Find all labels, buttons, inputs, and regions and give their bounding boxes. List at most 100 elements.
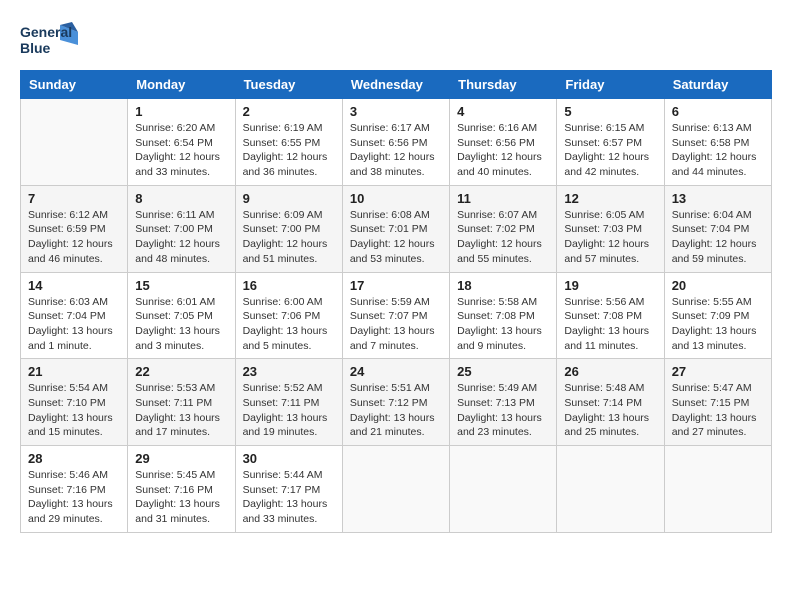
weekday-header-tuesday: Tuesday — [235, 71, 342, 99]
day-number: 1 — [135, 104, 227, 119]
calendar-cell — [342, 446, 449, 533]
day-info: Sunrise: 5:59 AMSunset: 7:07 PMDaylight:… — [350, 295, 442, 354]
calendar-cell: 28Sunrise: 5:46 AMSunset: 7:16 PMDayligh… — [21, 446, 128, 533]
calendar-cell: 14 Sunrise: 6:03 AMSunset: 7:04 PMDayligh… — [21, 272, 128, 359]
calendar-table: SundayMondayTuesdayWednesdayThursdayFrid… — [20, 70, 772, 533]
day-info: Sunrise: 5:56 AMSunset: 7:08 PMDaylight:… — [564, 295, 656, 354]
day-number: 30 — [243, 451, 335, 466]
day-info: Sunrise: 6:11 AMSunset: 7:00 PMDaylight:… — [135, 208, 227, 267]
day-info: Sunrise: 5:51 AMSunset: 7:12 PMDaylight:… — [350, 381, 442, 440]
calendar-cell: 8Sunrise: 6:11 AMSunset: 7:00 PMDaylight… — [128, 185, 235, 272]
day-info: Sunrise: 6:04 AMSunset: 7:04 PMDaylight:… — [672, 208, 764, 267]
calendar-cell: 11 Sunrise: 6:07 AMSunset: 7:02 PMDayligh… — [450, 185, 557, 272]
day-number: 6 — [672, 104, 764, 119]
day-number: 2 — [243, 104, 335, 119]
day-info: Sunrise: 5:54 AMSunset: 7:10 PMDaylight:… — [28, 381, 120, 440]
day-number: 29 — [135, 451, 227, 466]
weekday-header-thursday: Thursday — [450, 71, 557, 99]
day-number: 19 — [564, 278, 656, 293]
calendar-cell: 1 Sunrise: 6:20 AMSunset: 6:54 PMDaylight… — [128, 99, 235, 186]
logo-svg: GeneralBlue — [20, 20, 80, 60]
calendar-cell: 26 Sunrise: 5:48 AMSunset: 7:14 PMDayligh… — [557, 359, 664, 446]
calendar-cell: 17 Sunrise: 5:59 AMSunset: 7:07 PMDayligh… — [342, 272, 449, 359]
calendar-cell: 25 Sunrise: 5:49 AMSunset: 7:13 PMDayligh… — [450, 359, 557, 446]
calendar-cell: 29 Sunrise: 5:45 AMSunset: 7:16 PMDayligh… — [128, 446, 235, 533]
day-info: Sunrise: 6:01 AMSunset: 7:05 PMDaylight:… — [135, 295, 227, 354]
svg-text:General: General — [20, 24, 72, 40]
day-number: 5 — [564, 104, 656, 119]
day-number: 11 — [457, 191, 549, 206]
calendar-week-1: 1 Sunrise: 6:20 AMSunset: 6:54 PMDaylight… — [21, 99, 772, 186]
calendar-cell: 16 Sunrise: 6:00 AMSunset: 7:06 PMDayligh… — [235, 272, 342, 359]
day-number: 3 — [350, 104, 442, 119]
day-info: Sunrise: 6:16 AMSunset: 6:56 PMDaylight:… — [457, 121, 549, 180]
day-number: 20 — [672, 278, 764, 293]
day-info: Sunrise: 6:08 AMSunset: 7:01 PMDaylight:… — [350, 208, 442, 267]
day-info: Sunrise: 5:47 AMSunset: 7:15 PMDaylight:… — [672, 381, 764, 440]
svg-text:Blue: Blue — [20, 40, 51, 56]
day-info: Sunrise: 5:45 AMSunset: 7:16 PMDaylight:… — [135, 468, 227, 527]
calendar-cell: 18 Sunrise: 5:58 AMSunset: 7:08 PMDayligh… — [450, 272, 557, 359]
day-number: 9 — [243, 191, 335, 206]
day-info: Sunrise: 6:13 AMSunset: 6:58 PMDaylight:… — [672, 121, 764, 180]
calendar-cell: 13 Sunrise: 6:04 AMSunset: 7:04 PMDayligh… — [664, 185, 771, 272]
day-number: 17 — [350, 278, 442, 293]
day-info: Sunrise: 5:53 AMSunset: 7:11 PMDaylight:… — [135, 381, 227, 440]
calendar-cell: 10 Sunrise: 6:08 AMSunset: 7:01 PMDayligh… — [342, 185, 449, 272]
calendar-cell: 20 Sunrise: 5:55 AMSunset: 7:09 PMDayligh… — [664, 272, 771, 359]
calendar-cell: 5Sunrise: 6:15 AMSunset: 6:57 PMDaylight… — [557, 99, 664, 186]
calendar-cell: 3 Sunrise: 6:17 AMSunset: 6:56 PMDaylight… — [342, 99, 449, 186]
day-info: Sunrise: 5:48 AMSunset: 7:14 PMDaylight:… — [564, 381, 656, 440]
day-number: 18 — [457, 278, 549, 293]
calendar-cell — [21, 99, 128, 186]
day-info: Sunrise: 6:17 AMSunset: 6:56 PMDaylight:… — [350, 121, 442, 180]
calendar-cell: 2 Sunrise: 6:19 AMSunset: 6:55 PMDaylight… — [235, 99, 342, 186]
logo: GeneralBlue — [20, 20, 80, 60]
day-number: 24 — [350, 364, 442, 379]
calendar-cell: 15 Sunrise: 6:01 AMSunset: 7:05 PMDayligh… — [128, 272, 235, 359]
day-info: Sunrise: 5:44 AMSunset: 7:17 PMDaylight:… — [243, 468, 335, 527]
calendar-cell: 9 Sunrise: 6:09 AMSunset: 7:00 PMDaylight… — [235, 185, 342, 272]
day-info: Sunrise: 5:52 AMSunset: 7:11 PMDaylight:… — [243, 381, 335, 440]
weekday-header-monday: Monday — [128, 71, 235, 99]
calendar-week-5: 28Sunrise: 5:46 AMSunset: 7:16 PMDayligh… — [21, 446, 772, 533]
day-number: 15 — [135, 278, 227, 293]
day-info: Sunrise: 5:46 AMSunset: 7:16 PMDaylight:… — [28, 468, 120, 527]
day-number: 13 — [672, 191, 764, 206]
day-number: 22 — [135, 364, 227, 379]
calendar-cell: 30 Sunrise: 5:44 AMSunset: 7:17 PMDayligh… — [235, 446, 342, 533]
weekday-header-sunday: Sunday — [21, 71, 128, 99]
day-info: Sunrise: 6:07 AMSunset: 7:02 PMDaylight:… — [457, 208, 549, 267]
day-info: Sunrise: 6:12 AMSunset: 6:59 PMDaylight:… — [28, 208, 120, 267]
weekday-header-wednesday: Wednesday — [342, 71, 449, 99]
day-number: 12 — [564, 191, 656, 206]
calendar-cell: 6 Sunrise: 6:13 AMSunset: 6:58 PMDaylight… — [664, 99, 771, 186]
day-number: 25 — [457, 364, 549, 379]
header-row: SundayMondayTuesdayWednesdayThursdayFrid… — [21, 71, 772, 99]
day-number: 14 — [28, 278, 120, 293]
day-number: 16 — [243, 278, 335, 293]
day-info: Sunrise: 6:03 AMSunset: 7:04 PMDaylight:… — [28, 295, 120, 354]
calendar-week-4: 21Sunrise: 5:54 AMSunset: 7:10 PMDayligh… — [21, 359, 772, 446]
calendar-cell — [450, 446, 557, 533]
day-number: 10 — [350, 191, 442, 206]
weekday-header-saturday: Saturday — [664, 71, 771, 99]
day-info: Sunrise: 6:05 AMSunset: 7:03 PMDaylight:… — [564, 208, 656, 267]
calendar-week-3: 14 Sunrise: 6:03 AMSunset: 7:04 PMDayligh… — [21, 272, 772, 359]
day-info: Sunrise: 6:09 AMSunset: 7:00 PMDaylight:… — [243, 208, 335, 267]
calendar-cell: 12 Sunrise: 6:05 AMSunset: 7:03 PMDayligh… — [557, 185, 664, 272]
day-info: Sunrise: 5:58 AMSunset: 7:08 PMDaylight:… — [457, 295, 549, 354]
day-info: Sunrise: 5:55 AMSunset: 7:09 PMDaylight:… — [672, 295, 764, 354]
calendar-cell: 23 Sunrise: 5:52 AMSunset: 7:11 PMDayligh… — [235, 359, 342, 446]
calendar-cell: 27Sunrise: 5:47 AMSunset: 7:15 PMDayligh… — [664, 359, 771, 446]
day-info: Sunrise: 5:49 AMSunset: 7:13 PMDaylight:… — [457, 381, 549, 440]
calendar-cell: 24 Sunrise: 5:51 AMSunset: 7:12 PMDayligh… — [342, 359, 449, 446]
day-info: Sunrise: 6:20 AMSunset: 6:54 PMDaylight:… — [135, 121, 227, 180]
calendar-cell: 4 Sunrise: 6:16 AMSunset: 6:56 PMDaylight… — [450, 99, 557, 186]
day-number: 26 — [564, 364, 656, 379]
day-info: Sunrise: 6:19 AMSunset: 6:55 PMDaylight:… — [243, 121, 335, 180]
day-number: 4 — [457, 104, 549, 119]
day-info: Sunrise: 6:00 AMSunset: 7:06 PMDaylight:… — [243, 295, 335, 354]
page-header: GeneralBlue — [20, 20, 772, 60]
day-number: 23 — [243, 364, 335, 379]
